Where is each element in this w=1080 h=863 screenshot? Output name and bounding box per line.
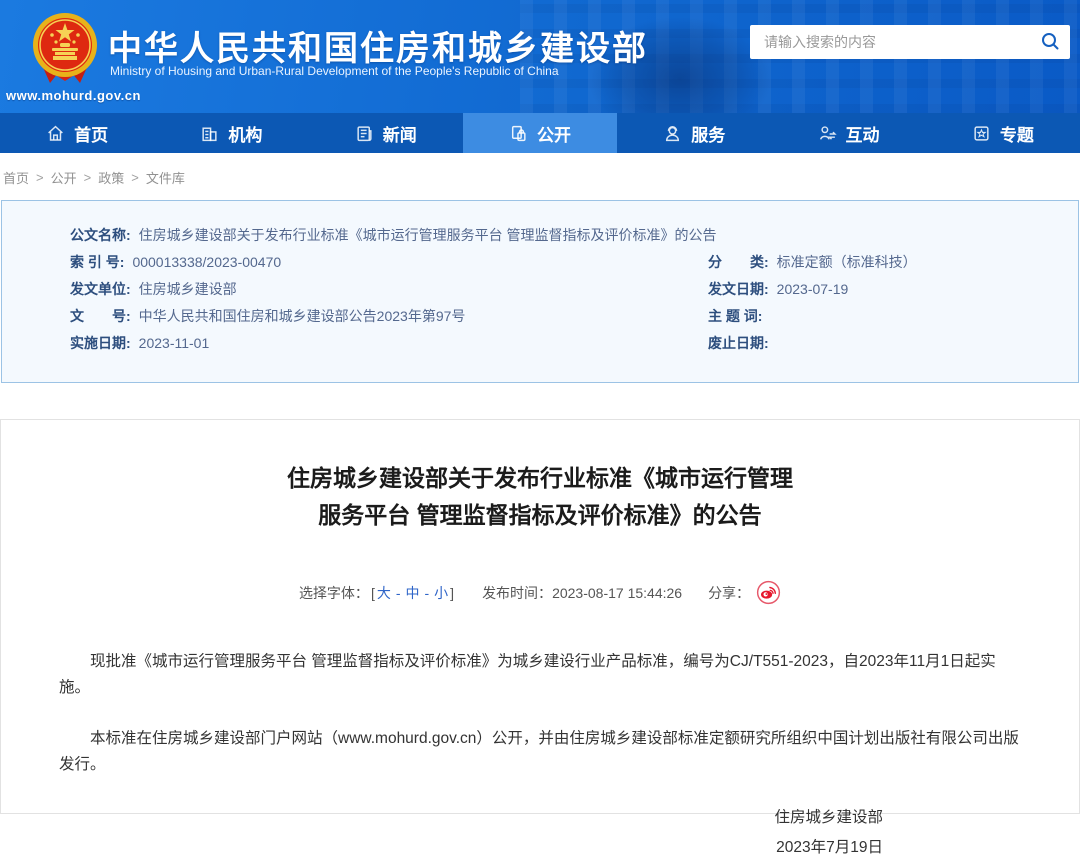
meta-value: 住房城乡建设部: [139, 281, 237, 298]
meta-label: 公文名称:: [70, 227, 131, 244]
document-metadata-panel: 公文名称: 住房城乡建设部关于发布行业标准《城市运行管理服务平台 管理监督指标及…: [1, 200, 1079, 383]
article-panel: 住房城乡建设部关于发布行业标准《城市运行管理 服务平台 管理监督指标及评价标准》…: [0, 419, 1080, 814]
nav-tab-label: 互动: [846, 121, 880, 146]
site-subtitle-english: Ministry of Housing and Urban-Rural Deve…: [110, 64, 559, 78]
publish-time-group: 发布时间： 2023-08-17 15:44:26: [482, 583, 682, 603]
breadcrumb-library[interactable]: 文件库: [146, 168, 185, 187]
nav-tab-home[interactable]: 首页: [0, 113, 154, 153]
article-title: 住房城乡建设部关于发布行业标准《城市运行管理 服务平台 管理监督指标及评价标准》…: [1, 460, 1079, 534]
nav-tab-interaction[interactable]: 互动: [771, 113, 925, 153]
service-icon: [663, 124, 682, 143]
nav-tab-disclosure[interactable]: 公开: [463, 113, 617, 153]
meta-field-category: 分 类: 标准定额（标准科技）: [708, 254, 1078, 271]
article-paragraph-1: 现批准《城市运行管理服务平台 管理监督指标及评价标准》为城乡建设行业产品标准，编…: [59, 649, 1021, 700]
national-emblem-icon: [28, 11, 102, 92]
meta-label: 主 题 词:: [708, 308, 762, 325]
organization-icon: [200, 124, 219, 143]
news-icon: [355, 124, 374, 143]
interaction-icon: [818, 124, 837, 143]
nav-tab-label: 公开: [537, 121, 571, 146]
meta-value: 中华人民共和国住房和城乡建设部公告2023年第97号: [139, 308, 466, 325]
nav-tab-topics[interactable]: 专题: [926, 113, 1080, 153]
home-icon: [46, 124, 65, 143]
article-body: 现批准《城市运行管理服务平台 管理监督指标及评价标准》为城乡建设行业产品标准，编…: [1, 649, 1079, 777]
meta-field-doc-name: 公文名称: 住房城乡建设部关于发布行业标准《城市运行管理服务平台 管理监督指标及…: [2, 227, 1078, 244]
font-size-selector: 选择字体： [ 大 - 中 - 小 ]: [299, 583, 456, 603]
meta-field-doc-number: 文 号: 中华人民共和国住房和城乡建设部公告2023年第97号: [2, 308, 708, 325]
meta-field-index-number: 索 引 号: 000013338/2023-00470: [2, 254, 708, 271]
font-dash: -: [396, 585, 401, 601]
search-bar[interactable]: [750, 25, 1070, 59]
breadcrumb-home[interactable]: 首页: [3, 168, 29, 187]
meta-field-repeal-date: 废止日期:: [708, 335, 1078, 352]
font-size-label: 选择字体：: [299, 583, 369, 603]
meta-field-implementation-date: 实施日期: 2023-11-01: [2, 335, 708, 352]
meta-value: 2023-07-19: [777, 281, 849, 298]
search-input[interactable]: [764, 34, 1040, 50]
nav-tab-news[interactable]: 新闻: [309, 113, 463, 153]
meta-value: 住房城乡建设部关于发布行业标准《城市运行管理服务平台 管理监督指标及评价标准》的…: [139, 227, 717, 244]
site-header: 中华人民共和国住房和城乡建设部 Ministry of Housing and …: [0, 0, 1080, 113]
publish-time-label: 发布时间：: [482, 583, 552, 603]
meta-label: 索 引 号:: [70, 254, 124, 271]
font-size-medium-link[interactable]: 中: [406, 583, 420, 603]
meta-label: 实施日期:: [70, 335, 131, 352]
breadcrumb-separator: >: [131, 170, 139, 185]
breadcrumb-policy[interactable]: 政策: [98, 168, 124, 187]
meta-label: 废止日期:: [708, 335, 769, 352]
breadcrumb-separator: >: [84, 170, 92, 185]
search-icon: [1040, 31, 1060, 54]
nav-tab-label: 新闻: [383, 121, 417, 146]
weibo-share-icon[interactable]: [756, 580, 781, 605]
bracket-close: ]: [450, 585, 454, 601]
main-nav: 首页 机构 新闻 公开: [0, 113, 1080, 153]
signature-date: 2023年7月19日: [1, 833, 883, 863]
meta-field-issue-date: 发文日期: 2023-07-19: [708, 281, 1078, 298]
meta-label: 分 类:: [708, 254, 769, 271]
nav-tab-label: 首页: [74, 121, 108, 146]
font-size-small-link[interactable]: 小: [434, 583, 448, 603]
nav-tab-label: 机构: [228, 121, 262, 146]
article-title-line2: 服务平台 管理监督指标及评价标准》的公告: [1, 497, 1079, 534]
font-size-large-link[interactable]: 大: [377, 583, 391, 603]
share-group: 分享：: [708, 580, 781, 605]
meta-label: 发文日期:: [708, 281, 769, 298]
meta-field-issuing-unit: 发文单位: 住房城乡建设部: [2, 281, 708, 298]
article-signature: 住房城乡建设部 2023年7月19日: [1, 803, 1079, 863]
disclosure-icon: [509, 124, 528, 143]
meta-field-subject-words: 主 题 词:: [708, 308, 1078, 325]
meta-label: 文 号:: [70, 308, 131, 325]
breadcrumb-disclosure[interactable]: 公开: [51, 168, 77, 187]
nav-tab-service[interactable]: 服务: [617, 113, 771, 153]
article-meta-row: 选择字体： [ 大 - 中 - 小 ] 发布时间： 2023-08-17 15:…: [1, 580, 1079, 605]
meta-label: 发文单位:: [70, 281, 131, 298]
publish-time-value: 2023-08-17 15:44:26: [552, 585, 682, 601]
bracket-open: [: [371, 585, 375, 601]
share-label: 分享：: [708, 583, 750, 603]
nav-tab-label: 服务: [691, 121, 725, 146]
topic-star-icon: [972, 124, 991, 143]
article-paragraph-2: 本标准在住房城乡建设部门户网站（www.mohurd.gov.cn）公开，并由住…: [59, 726, 1021, 777]
font-dash: -: [425, 585, 430, 601]
breadcrumb: 首页 > 公开 > 政策 > 文件库: [0, 153, 1080, 197]
site-url: www.mohurd.gov.cn: [6, 88, 141, 103]
breadcrumb-separator: >: [36, 170, 44, 185]
signature-organization: 住房城乡建设部: [1, 803, 883, 833]
search-button[interactable]: [1040, 31, 1060, 54]
meta-value: 000013338/2023-00470: [132, 254, 281, 271]
nav-tab-label: 专题: [1000, 121, 1034, 146]
site-title: 中华人民共和国住房和城乡建设部: [108, 21, 648, 70]
meta-value: 2023-11-01: [139, 335, 210, 352]
article-title-line1: 住房城乡建设部关于发布行业标准《城市运行管理: [1, 460, 1079, 497]
nav-tab-organization[interactable]: 机构: [154, 113, 308, 153]
meta-value: 标准定额（标准科技）: [777, 254, 917, 271]
